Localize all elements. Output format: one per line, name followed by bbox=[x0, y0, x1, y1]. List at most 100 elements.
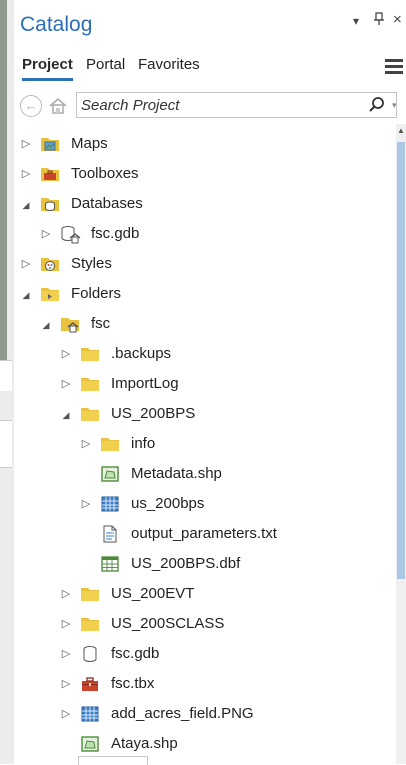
close-icon[interactable]: × bbox=[393, 11, 402, 28]
tab-favorites[interactable]: Favorites bbox=[138, 56, 200, 78]
folder-icon bbox=[100, 434, 120, 454]
home-icon[interactable] bbox=[48, 96, 68, 116]
tree-item-label: fsc.gdb bbox=[111, 645, 160, 662]
expanded-arrow-icon[interactable]: ◢ bbox=[20, 289, 32, 301]
tree-item[interactable]: ◢ US_200BPS bbox=[14, 399, 394, 429]
tree-item[interactable]: Metadata.shp bbox=[14, 459, 394, 489]
tree-item-label: US_200BPS.dbf bbox=[131, 555, 241, 572]
tree-item[interactable]: ◢ Folders bbox=[14, 279, 394, 309]
tree-item[interactable]: ▷ US_200SCLASS bbox=[14, 609, 394, 639]
catalog-tree: ▷ Maps ▷ Toolboxes ◢ Databases ▷ fsc.gdb ▷ Styles… bbox=[14, 129, 394, 764]
collapsed-arrow-icon[interactable]: ▷ bbox=[60, 708, 72, 720]
collapsed-arrow-icon[interactable]: ▷ bbox=[20, 168, 32, 180]
tree-item-label: fsc.gdb bbox=[91, 225, 140, 242]
tree-item-label: info bbox=[131, 435, 156, 452]
collapsed-arrow-icon[interactable]: ▷ bbox=[60, 648, 72, 660]
folder-icon bbox=[80, 344, 100, 364]
folders-folder-icon bbox=[40, 284, 60, 304]
tree-item[interactable]: ▷ add_acres_field.PNG bbox=[14, 699, 394, 729]
tree-item-label: US_200EVT bbox=[111, 585, 195, 602]
tree-item-label: Ataya.shp bbox=[111, 735, 178, 752]
vertical-scrollbar[interactable]: ▲ bbox=[396, 124, 406, 764]
tree-item-label: us_200bps bbox=[131, 495, 205, 512]
expanded-arrow-icon[interactable]: ◢ bbox=[40, 319, 52, 331]
tree-item-label: add_acres_field.PNG bbox=[111, 705, 254, 722]
collapsed-arrow-icon[interactable]: ▷ bbox=[20, 138, 32, 150]
tree-item[interactable]: output_parameters.txt bbox=[14, 519, 394, 549]
folder-icon bbox=[80, 584, 100, 604]
tree-item-label: Folders bbox=[71, 285, 122, 302]
tree-item-label: ImportLog bbox=[111, 375, 179, 392]
tree-item[interactable]: ▷ us_200bps bbox=[14, 489, 394, 519]
expanded-arrow-icon[interactable]: ◢ bbox=[60, 409, 72, 421]
tree-item[interactable]: ▷ Styles bbox=[14, 249, 394, 279]
tree-item[interactable]: ▷ info bbox=[14, 429, 394, 459]
collapsed-arrow-icon[interactable]: ▷ bbox=[60, 588, 72, 600]
adjacent-panel-edge bbox=[0, 0, 15, 764]
tree-item[interactable]: ▷ Maps bbox=[14, 129, 394, 159]
polygon-shapefile-icon bbox=[80, 734, 100, 754]
tree-item-label: output_parameters.txt bbox=[131, 525, 277, 542]
collapsed-arrow-icon[interactable]: ▷ bbox=[40, 228, 52, 240]
raster-icon bbox=[80, 704, 100, 724]
tree-item-label: Toolboxes bbox=[71, 165, 139, 182]
search-options-chevron-icon[interactable]: ▾ bbox=[392, 100, 397, 111]
pane-title: Catalog bbox=[20, 13, 93, 36]
pane-header: Catalog ▾ × bbox=[14, 0, 406, 42]
scroll-up-arrow-icon[interactable]: ▲ bbox=[396, 126, 406, 136]
expanded-arrow-icon[interactable]: ◢ bbox=[20, 199, 32, 211]
text-file-icon bbox=[100, 524, 120, 544]
collapsed-arrow-icon[interactable]: ▷ bbox=[60, 678, 72, 690]
adjacent-panel-tab bbox=[0, 360, 12, 391]
geodatabase-home-icon bbox=[60, 224, 81, 244]
catalog-tabs: Project Portal Favorites bbox=[14, 52, 406, 82]
tree-item[interactable]: ◢ fsc bbox=[14, 309, 394, 339]
maps-folder-icon bbox=[40, 134, 60, 154]
tree-item-label: Metadata.shp bbox=[131, 465, 222, 482]
collapsed-arrow-icon[interactable]: ▷ bbox=[60, 348, 72, 360]
databases-folder-icon bbox=[40, 194, 60, 214]
tree-item[interactable]: ▷ fsc.gdb bbox=[14, 219, 394, 249]
collapsed-arrow-icon[interactable]: ▷ bbox=[20, 258, 32, 270]
tree-item-label: fsc bbox=[91, 315, 111, 332]
tree-item[interactable]: US_200BPS.dbf bbox=[14, 549, 394, 579]
back-arrow-icon[interactable]: ← bbox=[20, 95, 42, 117]
pane-options-dropdown-icon[interactable]: ▾ bbox=[353, 14, 359, 28]
tab-portal[interactable]: Portal bbox=[86, 56, 125, 78]
geodatabase-icon bbox=[80, 644, 100, 664]
search-bar: ← ▾ bbox=[20, 92, 406, 120]
folder-icon bbox=[80, 374, 100, 394]
raster-icon bbox=[100, 494, 120, 514]
tree-item-label: .backups bbox=[111, 345, 172, 362]
search-icon[interactable] bbox=[368, 96, 386, 114]
tab-project[interactable]: Project bbox=[22, 56, 73, 81]
tree-item-label: Maps bbox=[71, 135, 108, 152]
pin-icon[interactable] bbox=[373, 12, 385, 29]
scrollbar-thumb[interactable] bbox=[397, 142, 405, 579]
tree-item[interactable]: ▷ Toolboxes bbox=[14, 159, 394, 189]
search-input[interactable] bbox=[76, 92, 397, 118]
folder-icon bbox=[80, 614, 100, 634]
tree-item[interactable]: ◢ Databases bbox=[14, 189, 394, 219]
tree-item[interactable]: ▷ ImportLog bbox=[14, 369, 394, 399]
tree-item-label: US_200SCLASS bbox=[111, 615, 225, 632]
tree-item[interactable]: Ataya.shp bbox=[14, 729, 394, 759]
tree-item[interactable]: ▷ .backups bbox=[14, 339, 394, 369]
collapsed-arrow-icon[interactable]: ▷ bbox=[60, 618, 72, 630]
table-icon bbox=[100, 554, 120, 574]
tree-item-label: US_200BPS bbox=[111, 405, 196, 422]
collapsed-arrow-icon[interactable]: ▷ bbox=[60, 378, 72, 390]
adjacent-panel-box bbox=[0, 420, 12, 468]
home-folder-icon bbox=[60, 314, 80, 334]
hamburger-menu-icon[interactable] bbox=[385, 59, 403, 75]
tree-item[interactable]: ▷ fsc.tbx bbox=[14, 669, 394, 699]
collapsed-arrow-icon[interactable]: ▷ bbox=[80, 498, 92, 510]
catalog-pane: Catalog ▾ × Project Portal Favorites ← S… bbox=[14, 0, 406, 765]
folder-icon bbox=[80, 404, 100, 424]
polygon-shapefile-icon bbox=[100, 464, 120, 484]
tree-item[interactable]: ▷ US_200EVT bbox=[14, 579, 394, 609]
toolboxes-folder-icon bbox=[40, 164, 60, 184]
tree-item[interactable]: ▷ fsc.gdb bbox=[14, 639, 394, 669]
tree-item-label: Databases bbox=[71, 195, 143, 212]
collapsed-arrow-icon[interactable]: ▷ bbox=[80, 438, 92, 450]
